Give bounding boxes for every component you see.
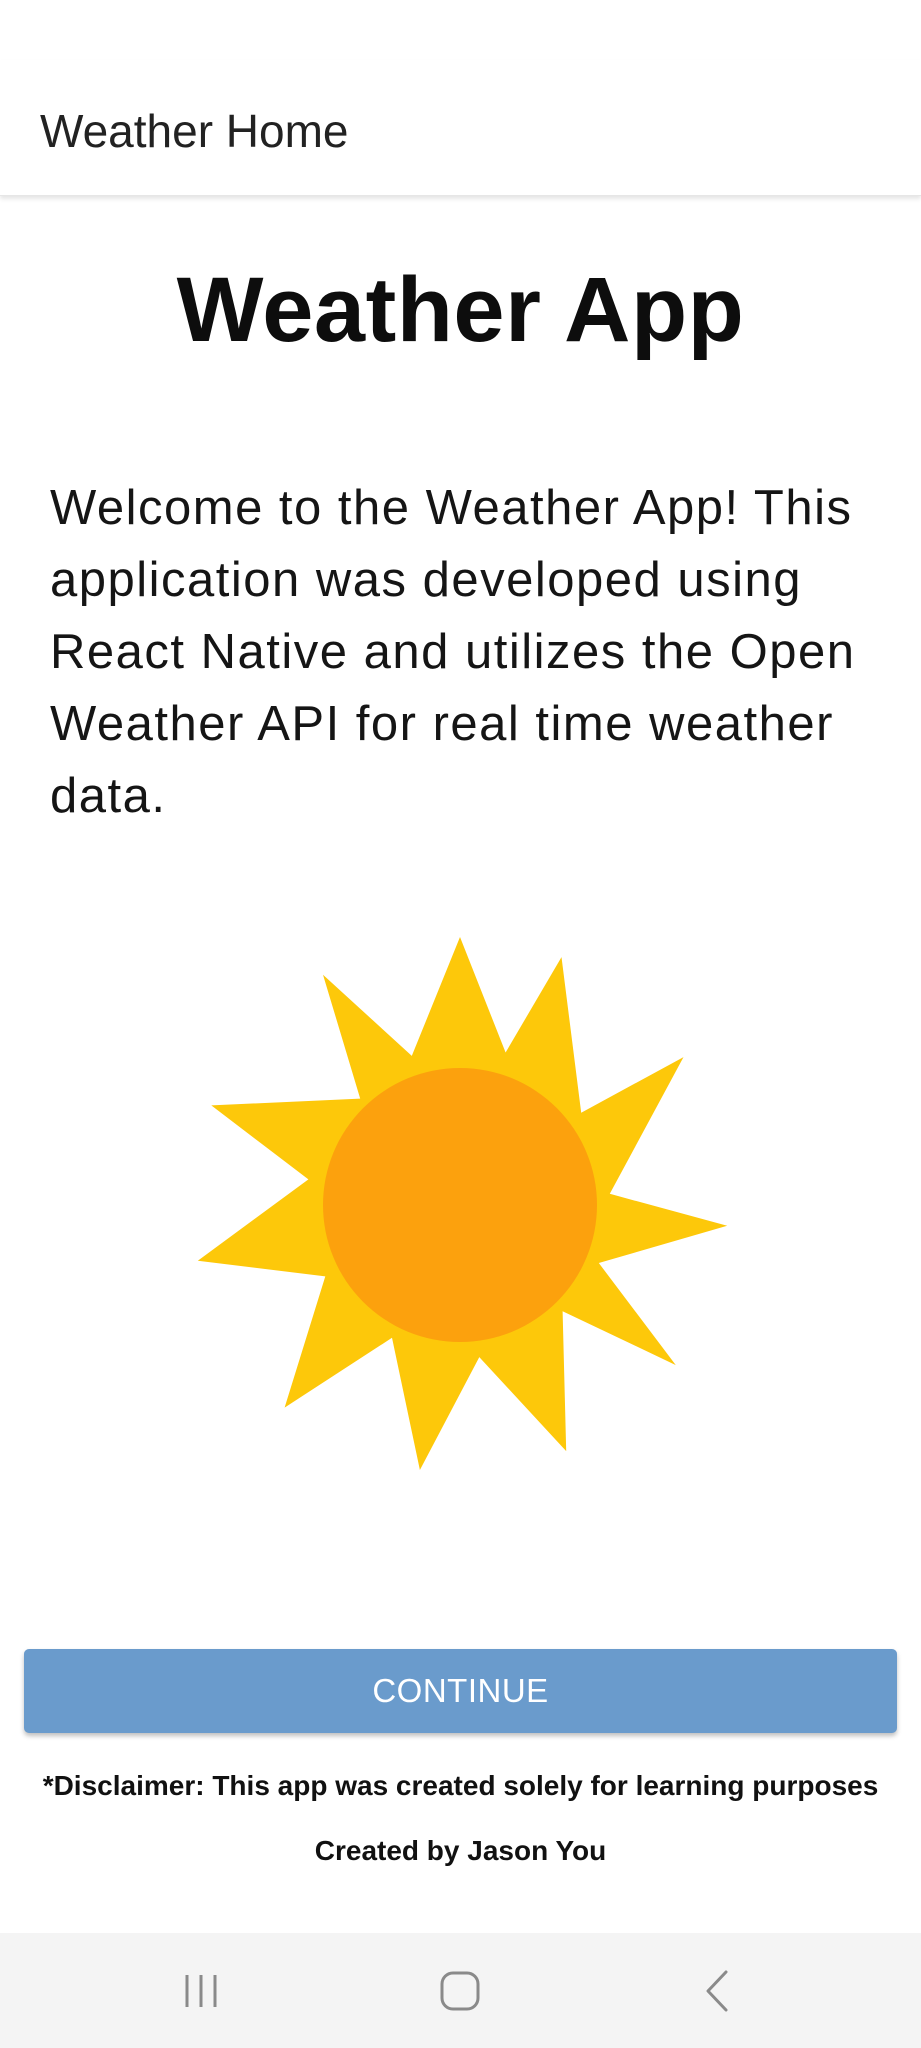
header-title: Weather Home: [40, 105, 349, 157]
disclaimer-text: *Disclaimer: This app was created solely…: [42, 1770, 879, 1801]
continue-button[interactable]: CONTINUE: [24, 1649, 897, 1733]
recents-button[interactable]: [141, 1933, 261, 2048]
welcome-text: Welcome to the Weather App! This applica…: [50, 481, 856, 823]
home-button[interactable]: [400, 1933, 520, 2048]
status-bar: [0, 0, 921, 60]
page-title: Weather App: [176, 259, 745, 361]
app-header: Weather Home: [0, 60, 921, 196]
sun-icon: [197, 937, 728, 1470]
system-nav-bar: [0, 1933, 921, 2048]
back-icon: [706, 1970, 728, 2011]
credit-text: Created by Jason You: [314, 1835, 607, 1866]
sun-core: [323, 1068, 597, 1342]
back-button[interactable]: [657, 1933, 777, 2048]
recents-icon: [185, 1974, 217, 2007]
home-icon: [440, 1971, 480, 2010]
screen: Weather Home Weather App Welcome to the …: [0, 0, 921, 2048]
